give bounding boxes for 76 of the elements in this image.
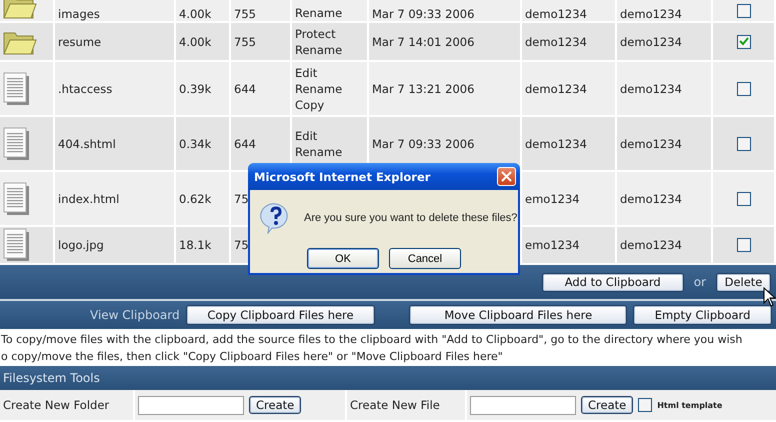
- action-link[interactable]: Rename: [295, 80, 342, 96]
- dialog-button[interactable]: Cancel: [389, 248, 461, 269]
- file-owner: emo1234: [525, 192, 580, 206]
- file-owner: demo1234: [525, 136, 587, 150]
- field-label: Create New File: [350, 398, 440, 412]
- file-group: demo1234: [620, 136, 682, 150]
- file-permissions: 644: [234, 82, 256, 96]
- select-checkbox[interactable]: [736, 238, 750, 252]
- file-owner: demo1234: [525, 34, 587, 48]
- action-link[interactable]: Edit: [295, 128, 342, 144]
- file-owner: demo1234: [525, 82, 587, 96]
- file-size: 0.34k: [179, 136, 212, 150]
- action-link[interactable]: Protect: [295, 26, 342, 42]
- file-name: index.html: [58, 192, 120, 206]
- help-text: To copy/move files with the clipboard, add the source files to the clipboard with "Add to Clipboard", go to the directory where you wish: [1, 332, 744, 348]
- folder-icon: [3, 0, 37, 21]
- close-button[interactable]: [497, 167, 516, 186]
- create-folder-button[interactable]: Create: [249, 396, 302, 414]
- dialog-title: Microsoft Internet Explorer: [254, 170, 430, 184]
- template-checkbox[interactable]: [638, 398, 652, 412]
- file-size: 0.39k: [179, 82, 212, 96]
- file-name: images: [58, 7, 100, 21]
- file-group: demo1234: [620, 238, 682, 252]
- cursor-icon: [763, 287, 776, 307]
- clipboard-button[interactable]: Empty Clipboard: [633, 305, 772, 325]
- checkbox-label: Html template: [657, 400, 722, 410]
- file-group: demo1234: [620, 34, 682, 48]
- help-text: o copy/move the files, then click "Copy Clipboard Files here" or "Move Clipboard Files here": [1, 348, 504, 364]
- file-group: demo1234: [620, 192, 682, 206]
- file-size: 18.1k: [179, 238, 212, 252]
- file-group: demo1234: [620, 82, 682, 96]
- file-date: Mar 7 14:01 2006: [372, 34, 474, 48]
- file-name: 404.shtml: [58, 136, 116, 150]
- folder-name-field[interactable]: [138, 396, 244, 414]
- or-label: or: [694, 275, 706, 289]
- create-file-button[interactable]: Create: [581, 396, 634, 414]
- file-name: logo.jpg: [58, 238, 104, 252]
- select-checkbox[interactable]: [736, 136, 750, 150]
- file-name: resume: [58, 34, 102, 48]
- action-link[interactable]: Rename: [295, 42, 342, 58]
- delete-button[interactable]: Delete: [716, 272, 771, 292]
- file-name-field[interactable]: [470, 396, 576, 414]
- clipboard-button[interactable]: Move Clipboard Files here: [409, 305, 628, 325]
- close-icon: [501, 171, 512, 182]
- field-label: Create New Folder: [3, 398, 110, 412]
- file-name: .htaccess: [58, 82, 112, 96]
- document-icon: [3, 72, 31, 106]
- view-clipboard-link[interactable]: View Clipboard: [90, 308, 180, 322]
- file-permissions: 75: [234, 238, 249, 252]
- file-permissions: 755: [234, 7, 256, 21]
- file-permissions: 644: [234, 136, 256, 150]
- clipboard-button[interactable]: Copy Clipboard Files here: [186, 305, 376, 325]
- file-date: Mar 7 09:33 2006: [372, 7, 474, 21]
- action-link[interactable]: Copy: [295, 96, 342, 112]
- file-size: 4.00k: [179, 7, 212, 21]
- document-icon: [3, 182, 31, 216]
- document-icon: [3, 126, 31, 160]
- file-owner: demo1234: [525, 7, 587, 21]
- file-group: demo1234: [620, 7, 682, 21]
- dialog-button[interactable]: OK: [307, 248, 379, 269]
- file-permissions: 75: [234, 192, 249, 206]
- select-checkbox[interactable]: [736, 82, 750, 96]
- file-date: Mar 7 13:21 2006: [372, 82, 474, 96]
- add-to-clipboard-button[interactable]: Add to Clipboard: [542, 272, 684, 292]
- action-link[interactable]: Rename: [295, 144, 342, 160]
- select-checkbox[interactable]: [736, 192, 750, 206]
- section-title: Filesystem Tools: [3, 371, 100, 385]
- file-date: Mar 7 09:33 2006: [372, 136, 474, 150]
- select-checkbox[interactable]: [736, 34, 750, 48]
- file-size: 0.62k: [179, 192, 212, 206]
- select-checkbox[interactable]: [736, 4, 750, 18]
- file-permissions: 755: [234, 34, 256, 48]
- dialog-message: Are you sure you want to delete these files?: [304, 212, 518, 224]
- action-link[interactable]: Edit: [295, 64, 342, 80]
- file-owner: emo1234: [525, 238, 580, 252]
- file-size: 4.00k: [179, 34, 212, 48]
